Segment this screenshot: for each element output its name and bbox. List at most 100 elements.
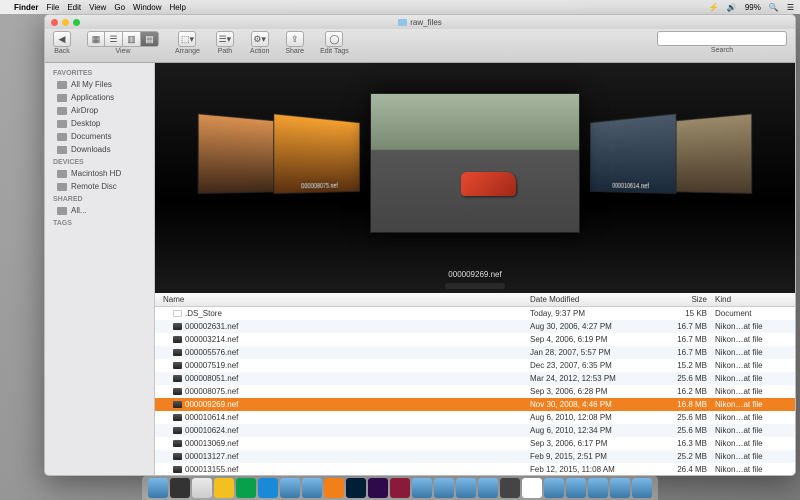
file-kind: Document [715, 309, 795, 318]
view-coverflow-button[interactable]: ▤ [141, 31, 159, 47]
dock-finder-icon[interactable] [148, 478, 168, 498]
sidebar-item[interactable]: Applications [45, 91, 154, 104]
menu-window[interactable]: Window [133, 3, 161, 12]
dock-app-icon[interactable] [302, 478, 322, 498]
sidebar-item-label: All... [71, 206, 87, 215]
file-list[interactable]: .DS_StoreToday, 9:37 PM15 KBDocument0000… [155, 307, 795, 475]
dock-app-icon[interactable] [544, 478, 564, 498]
sidebar-item-icon [57, 170, 67, 178]
menu-file[interactable]: File [46, 3, 59, 12]
dock-indesign-icon[interactable] [368, 478, 388, 498]
sidebar-item[interactable]: AirDrop [45, 104, 154, 117]
dock-app-icon[interactable] [500, 478, 520, 498]
file-kind: Nikon…at file [715, 426, 795, 435]
column-date[interactable]: Date Modified [530, 295, 660, 304]
file-kind: Nikon…at file [715, 413, 795, 422]
app-name[interactable]: Finder [14, 3, 38, 12]
dock-app-icon[interactable] [434, 478, 454, 498]
sidebar-item[interactable]: Macintosh HD [45, 167, 154, 180]
titlebar[interactable]: raw_files [45, 15, 795, 29]
table-row[interactable]: 000009269.nefNov 30, 2008, 4:46 PM16.8 M… [155, 398, 795, 411]
table-row[interactable]: 000005576.nefJan 28, 2007, 5:57 PM16.7 M… [155, 346, 795, 359]
coverflow-item[interactable]: 000010614.nef [590, 113, 677, 194]
sidebar-item-label: Desktop [71, 119, 100, 128]
dock-app-icon[interactable] [478, 478, 498, 498]
table-row[interactable]: 000003214.nefSep 4, 2006, 6:19 PM16.7 MB… [155, 333, 795, 346]
dock-photoshop-icon[interactable] [346, 478, 366, 498]
dock-app-icon[interactable] [610, 478, 630, 498]
path-button[interactable]: ☰▾ [216, 31, 234, 47]
dock-app-icon[interactable] [192, 478, 212, 498]
sidebar-item[interactable]: Desktop [45, 117, 154, 130]
coverflow-item[interactable]: 000008075.nef [273, 113, 360, 194]
back-button[interactable]: ◀ [53, 31, 71, 47]
sidebar-item-label: AirDrop [71, 106, 98, 115]
sidebar-item[interactable]: Remote Disc [45, 180, 154, 193]
file-name: 000013069.nef [185, 439, 238, 448]
view-icon-button[interactable]: ▦ [87, 31, 105, 47]
view-list-button[interactable]: ☰ [105, 31, 123, 47]
notification-icon[interactable]: ☰ [787, 3, 794, 12]
dock-trash-icon[interactable] [632, 478, 652, 498]
dock-app-icon[interactable] [566, 478, 586, 498]
menu-help[interactable]: Help [169, 3, 185, 12]
sidebar-item[interactable]: Downloads [45, 143, 154, 156]
dock-calendar-icon[interactable] [522, 478, 542, 498]
close-button[interactable] [51, 19, 58, 26]
share-button[interactable]: ⇪ [286, 31, 304, 47]
file-size: 16.2 MB [660, 387, 715, 396]
wifi-icon[interactable]: ⚡ [709, 3, 719, 12]
dock-app-icon[interactable] [258, 478, 278, 498]
dock-app-icon[interactable] [390, 478, 410, 498]
table-row[interactable]: 000002631.nefAug 30, 2006, 4:27 PM16.7 M… [155, 320, 795, 333]
sidebar-item-icon [57, 81, 67, 89]
file-size: 26.4 MB [660, 465, 715, 474]
volume-icon[interactable]: 🔊 [727, 3, 737, 12]
zoom-button[interactable] [73, 19, 80, 26]
coverflow-center-item[interactable] [370, 93, 580, 233]
dock-app-icon[interactable] [236, 478, 256, 498]
sidebar-item[interactable]: All My Files [45, 78, 154, 91]
dock-illustrator-icon[interactable] [324, 478, 344, 498]
sidebar-item[interactable]: All... [45, 204, 154, 217]
dock-app-icon[interactable] [456, 478, 476, 498]
table-row[interactable]: 000013155.nefFeb 12, 2015, 11:08 AM26.4 … [155, 463, 795, 475]
minimize-button[interactable] [62, 19, 69, 26]
view-column-button[interactable]: ▥ [123, 31, 141, 47]
column-size[interactable]: Size [660, 295, 715, 304]
menu-edit[interactable]: Edit [67, 3, 81, 12]
arrange-button[interactable]: ⬚▾ [178, 31, 196, 47]
file-icon [173, 362, 182, 369]
table-row[interactable]: 000007519.nefDec 23, 2007, 6:35 PM15.2 M… [155, 359, 795, 372]
search-input[interactable] [657, 31, 787, 46]
file-kind: Nikon…at file [715, 465, 795, 474]
action-button[interactable]: ⚙▾ [251, 31, 269, 47]
dock-app-icon[interactable] [170, 478, 190, 498]
table-row[interactable]: 000008051.nefMar 24, 2012, 12:53 PM25.6 … [155, 372, 795, 385]
menubar: Finder File Edit View Go Window Help ⚡ 🔊… [0, 0, 800, 14]
menu-go[interactable]: Go [114, 3, 125, 12]
table-row[interactable]: 000010614.nefAug 6, 2010, 12:08 PM25.6 M… [155, 411, 795, 424]
file-name: 000008075.nef [185, 387, 238, 396]
coverflow-area[interactable]: 000008075.nef 000010614.nef 000009269.ne… [155, 63, 795, 293]
dock[interactable] [142, 476, 658, 500]
table-row[interactable]: 000008075.nef Sep 3, 2006, 6:28 PM16.2 MB… [155, 385, 795, 398]
dock-app-icon[interactable] [588, 478, 608, 498]
table-row[interactable]: 000010624.nefAug 6, 2010, 12:34 PM25.6 M… [155, 424, 795, 437]
coverflow-scrubber[interactable] [445, 283, 505, 289]
column-name[interactable]: Name [155, 295, 530, 304]
column-kind[interactable]: Kind [715, 295, 795, 304]
table-row[interactable]: 000013069.nefSep 3, 2006, 6:17 PM16.3 MB… [155, 437, 795, 450]
menu-view[interactable]: View [89, 3, 106, 12]
edit-tags-button[interactable]: ◯ [325, 31, 343, 47]
dock-app-icon[interactable] [280, 478, 300, 498]
file-date: Sep 3, 2006, 6:28 PM [530, 387, 660, 396]
sidebar-item[interactable]: Documents [45, 130, 154, 143]
dock-app-icon[interactable] [214, 478, 234, 498]
file-kind: Nikon…at file [715, 387, 795, 396]
spotlight-icon[interactable]: 🔍 [769, 3, 779, 12]
table-row[interactable]: 000013127.nefFeb 9, 2015, 2:51 PM25.2 MB… [155, 450, 795, 463]
table-row[interactable]: .DS_StoreToday, 9:37 PM15 KBDocument [155, 307, 795, 320]
dock-app-icon[interactable] [412, 478, 432, 498]
sidebar-item-icon [57, 120, 67, 128]
